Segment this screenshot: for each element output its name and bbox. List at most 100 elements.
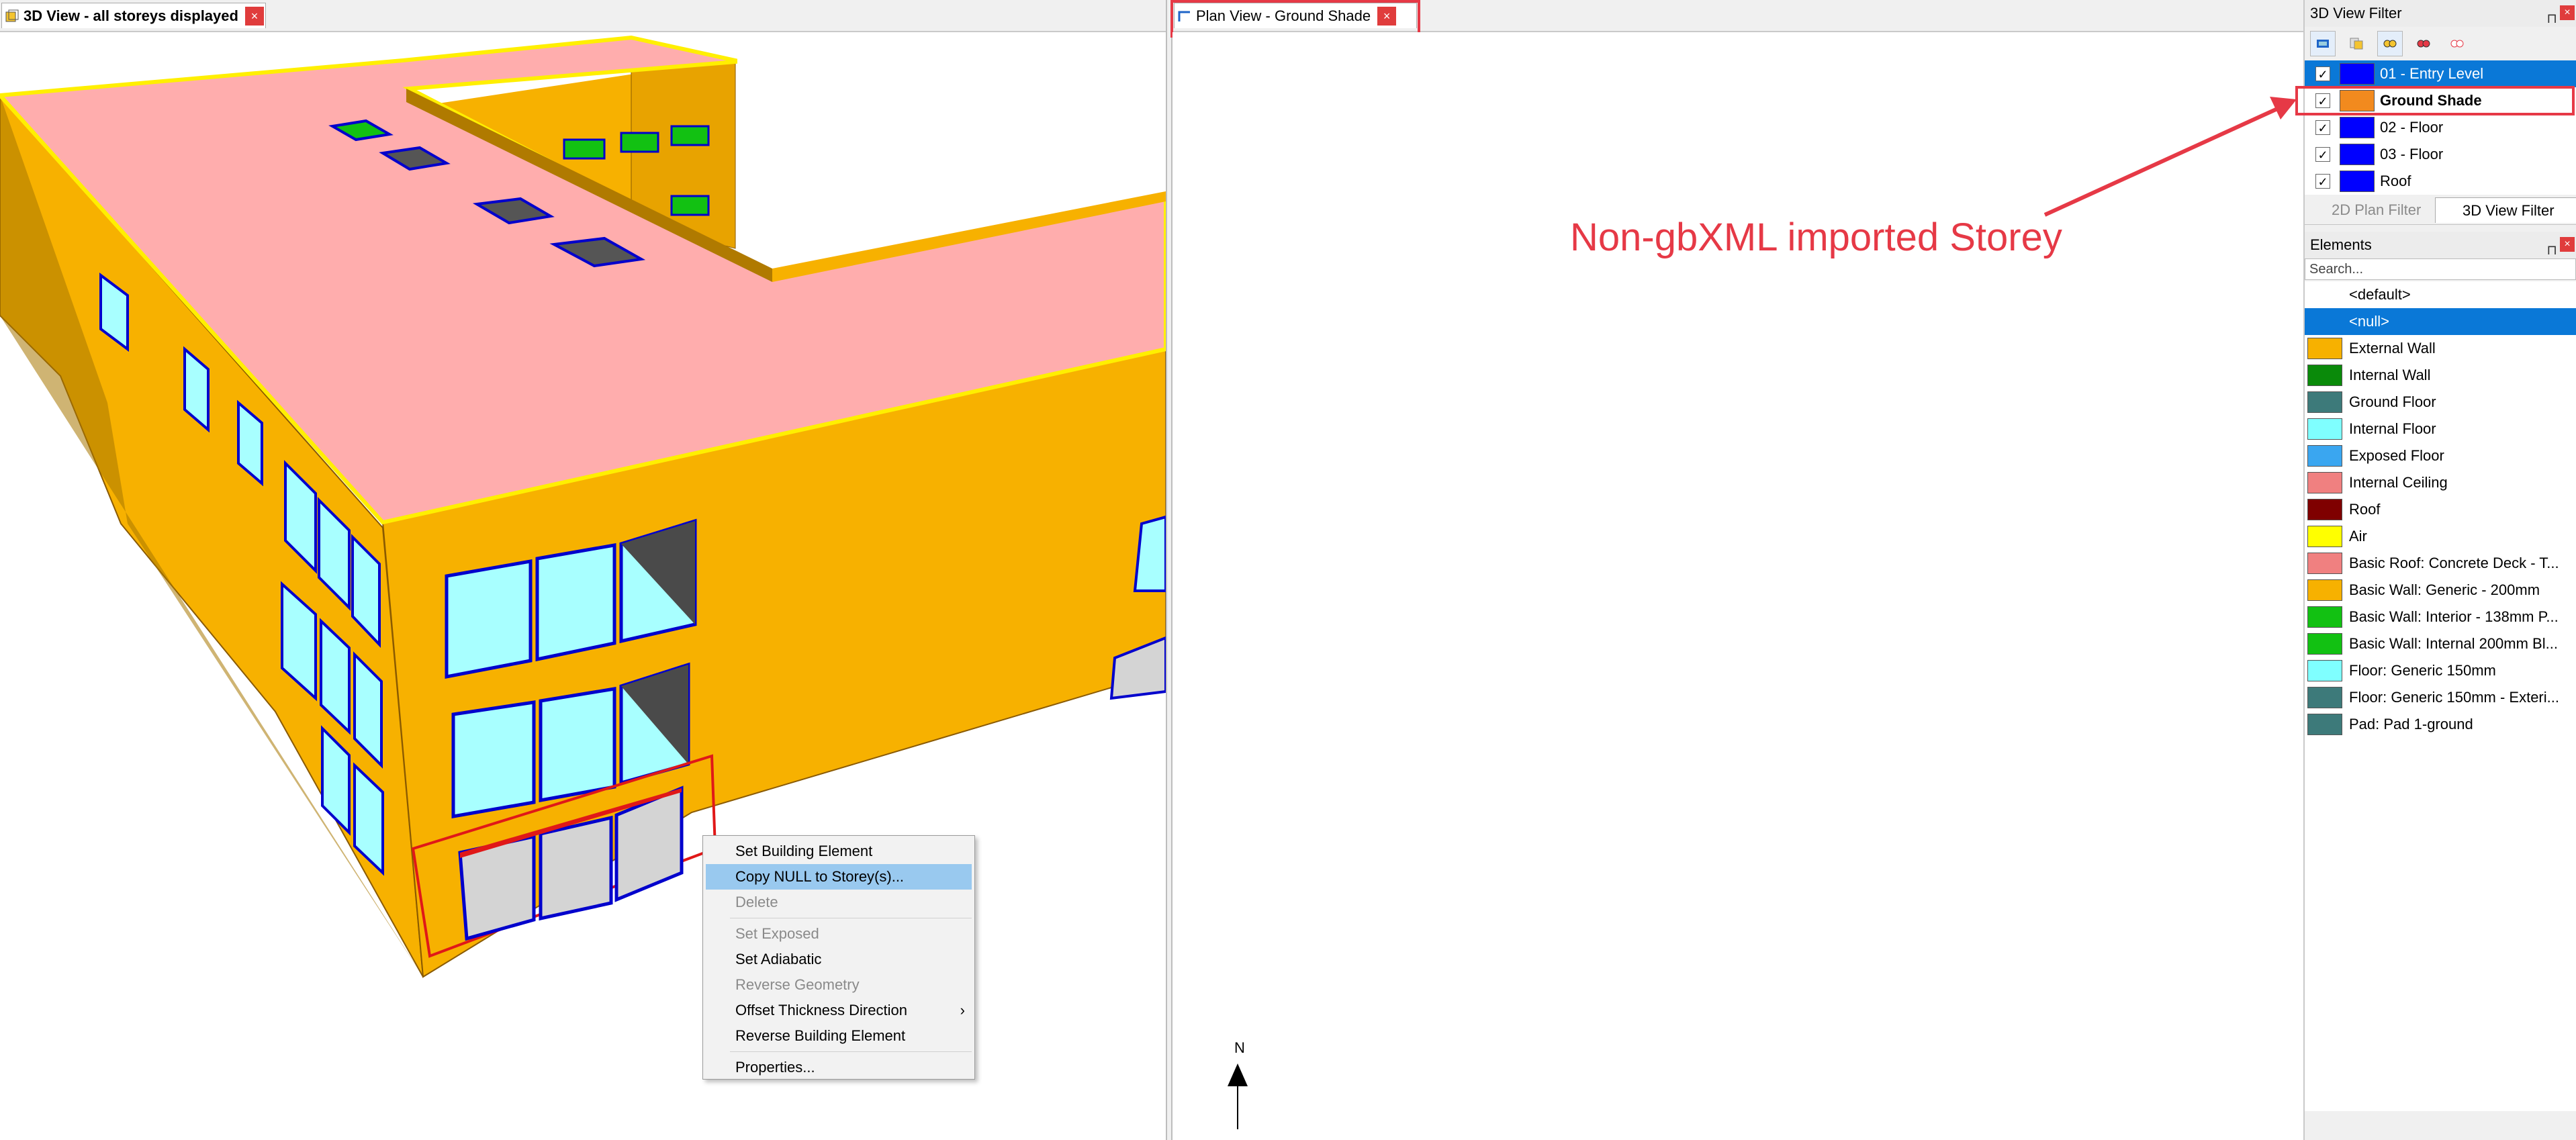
element-color-swatch — [2307, 579, 2342, 601]
hide-layers-icon[interactable] — [2444, 31, 2470, 56]
element-name: Air — [2349, 528, 2367, 544]
storey-row[interactable]: ✓ 02 - Floor — [2305, 114, 2576, 141]
element-row[interactable]: Floor: Generic 150mm — [2305, 657, 2576, 684]
menu-item-copy-null-to-storeys[interactable]: Copy NULL to Storey(s)... — [706, 864, 972, 890]
3d-view-icon — [5, 9, 19, 21]
element-row[interactable]: <null> — [2305, 308, 2576, 335]
element-row[interactable]: <default> — [2305, 281, 2576, 308]
view-splitter[interactable] — [1166, 0, 1172, 1140]
element-name: Basic Wall: Interior - 138mm P... — [2349, 608, 2559, 625]
north-window[interactable] — [563, 138, 606, 160]
north-window[interactable] — [670, 195, 710, 216]
storey-name: Roof — [2380, 173, 2411, 189]
element-row[interactable]: Floor: Generic 150mm - Exteri... — [2305, 684, 2576, 711]
element-color-swatch — [2307, 553, 2342, 574]
element-name: Internal Ceiling — [2349, 474, 2448, 491]
element-row[interactable]: Basic Wall: Generic - 200mm — [2305, 577, 2576, 604]
storey-checkbox[interactable]: ✓ — [2315, 174, 2330, 189]
elements-search-input[interactable]: Search... — [2305, 258, 2576, 280]
element-row[interactable]: Internal Wall — [2305, 362, 2576, 389]
menu-item-delete[interactable]: Delete — [703, 890, 974, 915]
element-color-swatch — [2307, 714, 2342, 735]
copy-storey-icon[interactable] — [2344, 31, 2369, 56]
menu-item-set-exposed[interactable]: Set Exposed — [703, 921, 974, 947]
element-color-swatch — [2307, 633, 2342, 655]
element-color-swatch — [2307, 445, 2342, 467]
element-color-swatch — [2307, 606, 2342, 628]
element-row[interactable]: Air — [2305, 523, 2576, 550]
element-name: Roof — [2349, 501, 2381, 518]
filter-tabs: 2D Plan Filter 3D View Filter — [2305, 195, 2576, 225]
element-color-swatch — [2307, 472, 2342, 493]
pin-icon[interactable]: ⊓ — [2546, 5, 2557, 32]
menu-item-set-building-element[interactable]: Set Building Element — [703, 839, 974, 864]
view3d-tab-title: 3D View - all storeys displayed — [24, 7, 238, 24]
element-row[interactable]: Roof — [2305, 496, 2576, 523]
elements-list: <default> <null> External Wall Internal … — [2305, 281, 2576, 1111]
menu-item-offset-thickness-direction[interactable]: Offset Thickness Direction › — [703, 998, 974, 1023]
element-name: Basic Roof: Concrete Deck - T... — [2349, 555, 2559, 571]
element-row[interactable]: Ground Floor — [2305, 389, 2576, 416]
show-colored-layers-icon[interactable] — [2411, 31, 2436, 56]
element-color-swatch — [2307, 391, 2342, 413]
north-window[interactable] — [670, 125, 710, 146]
menu-item-set-adiabatic[interactable]: Set Adiabatic — [703, 947, 974, 972]
view-filter-title-bar: 3D View Filter ⊓ × — [2305, 0, 2576, 27]
view3d-tab-close-button[interactable]: × — [244, 6, 264, 26]
storey-checkbox[interactable]: ✓ — [2315, 66, 2330, 81]
storey-checkbox[interactable]: ✓ — [2315, 147, 2330, 162]
element-name: Ground Floor — [2349, 393, 2436, 410]
show-all-storeys-icon[interactable] — [2310, 31, 2336, 56]
view-filter-close-button[interactable]: × — [2560, 5, 2575, 20]
storey-row[interactable]: ✓ Ground Shade — [2295, 86, 2576, 115]
submenu-arrow-icon: › — [960, 1002, 965, 1018]
storey-color-swatch — [2340, 144, 2375, 165]
elements-title: Elements — [2310, 236, 2372, 253]
plan-tabbar: Plan View - Ground Shade × — [1170, 0, 2303, 38]
3d-viewport[interactable] — [0, 31, 1166, 1140]
north-window[interactable] — [620, 132, 659, 153]
pin-icon[interactable]: ⊓ — [2546, 237, 2557, 264]
show-layers-icon[interactable] — [2377, 31, 2403, 56]
element-row[interactable]: Basic Roof: Concrete Deck - T... — [2305, 550, 2576, 577]
element-row[interactable]: Basic Wall: Internal 200mm Bl... — [2305, 630, 2576, 657]
element-row[interactable]: External Wall — [2305, 335, 2576, 362]
tab-3d-view-filter[interactable]: 3D View Filter — [2435, 197, 2576, 223]
element-row[interactable]: Internal Floor — [2305, 416, 2576, 442]
element-color-swatch — [2307, 499, 2342, 520]
element-row[interactable]: Exposed Floor — [2305, 442, 2576, 469]
view3d-tabbar: 3D View - all storeys displayed × — [0, 0, 1166, 32]
elements-close-button[interactable]: × — [2560, 237, 2575, 252]
menu-item-reverse-building-element[interactable]: Reverse Building Element — [703, 1023, 974, 1049]
storey-color-swatch — [2340, 117, 2375, 138]
context-menu: Set Building Element Copy NULL to Storey… — [702, 835, 975, 1080]
element-color-swatch — [2307, 687, 2342, 708]
north-label: N — [1234, 1039, 1245, 1056]
element-name: Pad: Pad 1-ground — [2349, 716, 2473, 732]
tab-2d-plan-filter[interactable]: 2D Plan Filter — [2305, 197, 2428, 223]
element-row[interactable]: Pad: Pad 1-ground — [2305, 711, 2576, 738]
element-name: Exposed Floor — [2349, 447, 2444, 464]
element-row[interactable]: Basic Wall: Interior - 138mm P... — [2305, 604, 2576, 630]
element-name: <default> — [2349, 286, 2411, 303]
storey-color-swatch — [2340, 171, 2375, 192]
element-name: Basic Wall: Internal 200mm Bl... — [2349, 635, 2558, 652]
menu-item-offset-thickness-direction-label: Offset Thickness Direction — [735, 1002, 907, 1018]
storey-checkbox[interactable]: ✓ — [2315, 120, 2330, 135]
element-name: External Wall — [2349, 340, 2436, 357]
menu-item-properties[interactable]: Properties... — [703, 1055, 974, 1080]
storey-row[interactable]: ✓ Roof — [2305, 168, 2576, 195]
storey-row[interactable]: ✓ 01 - Entry Level — [2305, 60, 2576, 87]
storey-color-swatch — [2340, 63, 2375, 85]
view-filter-title: 3D View Filter — [2310, 5, 2402, 21]
element-name: Floor: Generic 150mm — [2349, 662, 2496, 679]
north-arrow-icon — [1228, 1063, 1248, 1129]
annotation-text: Non-gbXML imported Storey — [1570, 216, 2062, 259]
element-row[interactable]: Internal Ceiling — [2305, 469, 2576, 496]
menu-item-reverse-geometry[interactable]: Reverse Geometry — [703, 972, 974, 998]
storey-row[interactable]: ✓ 03 - Floor — [2305, 141, 2576, 168]
tab-3d-view-filter-label: 3D View Filter — [2463, 202, 2555, 219]
element-name: Floor: Generic 150mm - Exteri... — [2349, 689, 2559, 706]
view3d-tab[interactable]: 3D View - all storeys displayed × — [1, 3, 266, 28]
storey-name: 02 - Floor — [2380, 119, 2444, 136]
